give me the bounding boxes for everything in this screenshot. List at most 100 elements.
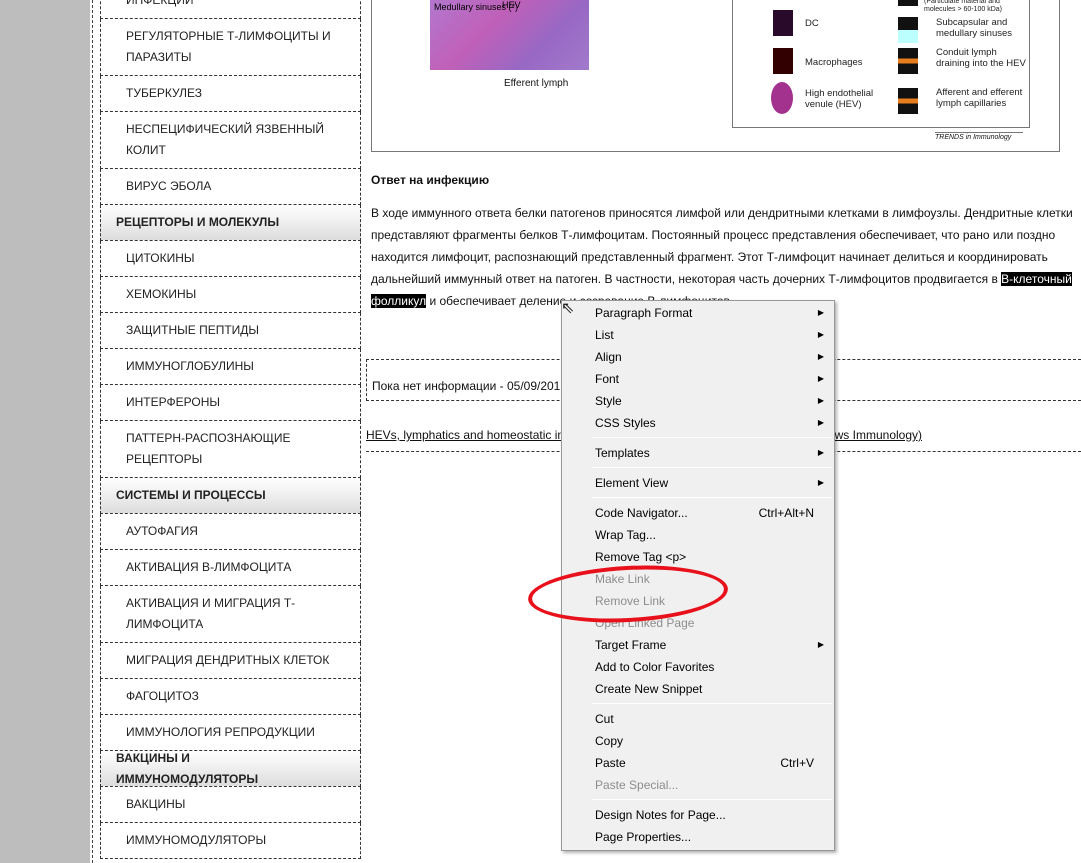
article-paragraph: В ходе иммунного ответа белки патогенов … <box>371 202 1081 312</box>
menu-item-css-styles[interactable]: CSS Styles ▶ <box>562 412 834 434</box>
sinus-icon <box>898 17 918 43</box>
menu-item-create-new-snippet[interactable]: Create New Snippet <box>562 678 834 700</box>
context-menu: Paragraph Format ▶ List ▶ Align ▶ Font ▶ Style ▶ C… <box>561 300 835 851</box>
menu-separator <box>592 799 832 800</box>
menu-separator <box>592 467 832 468</box>
sidebar-item[interactable]: ФАГОЦИТОЗ <box>100 679 361 715</box>
menu-item-font[interactable]: Font ▶ <box>562 368 834 390</box>
sidebar-item[interactable]: ИНФЕКЦИИ <box>100 0 361 19</box>
menu-item-list[interactable]: List ▶ <box>562 324 834 346</box>
sidebar-item[interactable]: ТУБЕРКУЛЕЗ <box>100 76 361 112</box>
left-gutter <box>0 0 90 863</box>
menu-item-style[interactable]: Style ▶ <box>562 390 834 412</box>
menu-item-label: Open Linked Page <box>595 616 695 630</box>
menu-item-label: Remove Tag <p> <box>595 550 687 564</box>
menu-item-page-properties[interactable]: Page Properties... <box>562 826 834 848</box>
orange-arrow-icon <box>898 88 918 114</box>
submenu-arrow-icon: ▶ <box>817 396 824 405</box>
menu-separator <box>592 437 832 438</box>
sidebar-item[interactable]: ИНТЕРФЕРОНЫ <box>100 385 361 421</box>
macrophage-icon <box>773 48 793 74</box>
page-border <box>92 0 93 863</box>
sidebar-item[interactable]: ИММУНОМОДУЛЯТОРЫ <box>100 823 361 859</box>
menu-item-remove-tag-p[interactable]: Remove Tag <p> <box>562 546 834 568</box>
menu-item-element-view[interactable]: Element View ▶ <box>562 472 834 494</box>
menu-item-label: CSS Styles <box>595 416 656 430</box>
submenu-arrow-icon: ▶ <box>817 448 824 457</box>
efferent-label: Efferent lymph <box>504 78 569 89</box>
sidebar-section-header[interactable]: РЕЦЕПТОРЫ И МОЛЕКУЛЫ <box>100 205 361 241</box>
menu-item-label: Add to Color Favorites <box>595 660 715 674</box>
menu-item-design-notes-for-page[interactable]: Design Notes for Page... <box>562 804 834 826</box>
histology-image: Medullary sinuses (*) HEV <box>430 0 589 70</box>
submenu-arrow-icon: ▶ <box>817 640 824 649</box>
sidebar-item[interactable]: ПАТТЕРН-РАСПОЗНАЮЩИЕ РЕЦЕПТОРЫ <box>100 421 361 478</box>
menu-item-label: Design Notes for Page... <box>595 808 726 822</box>
menu-item-label: Align <box>595 350 622 364</box>
menu-item-templates[interactable]: Templates ▶ <box>562 442 834 464</box>
hev-icon <box>771 82 793 114</box>
menu-item-label: Copy <box>595 734 624 748</box>
sidebar-item[interactable]: АКТИВАЦИЯ И МИГРАЦИЯ Т-ЛИМФОЦИТА <box>100 586 361 643</box>
menu-item-label: Create New Snippet <box>595 682 703 696</box>
menu-item-align[interactable]: Align ▶ <box>562 346 834 368</box>
menu-item-label: Make Link <box>595 572 650 586</box>
sidebar-section-header[interactable]: СИСТЕМЫ И ПРОЦЕССЫ <box>100 478 361 514</box>
menu-item-label: Wrap Tag... <box>595 528 656 542</box>
menu-item-paragraph-format[interactable]: Paragraph Format ▶ <box>562 302 834 324</box>
menu-item-label: Target Frame <box>595 638 667 652</box>
menu-item-make-link: Make Link <box>562 568 834 590</box>
sidebar-item[interactable]: АКТИВАЦИЯ В-ЛИМФОЦИТА <box>100 550 361 586</box>
menu-item-code-navigator[interactable]: Code Navigator... Ctrl+Alt+N <box>562 502 834 524</box>
menu-separator <box>592 497 832 498</box>
section-heading: Ответ на инфекцию <box>371 173 490 187</box>
menu-item-label: Style <box>595 394 622 408</box>
sidebar-nav: ИНФЕКЦИИРЕГУЛЯТОРНЫЕ Т-ЛИМФОЦИТЫ И ПАРАЗ… <box>100 0 361 859</box>
sidebar-item[interactable]: ВАКЦИНЫ <box>100 787 361 823</box>
sidebar-item[interactable]: РЕГУЛЯТОРНЫЕ Т-ЛИМФОЦИТЫ И ПАРАЗИТЫ <box>100 19 361 76</box>
menu-item-open-linked-page: Open Linked Page <box>562 612 834 634</box>
menu-item-label: Element View <box>595 476 669 490</box>
sidebar-item[interactable]: ХЕМОКИНЫ <box>100 277 361 313</box>
sidebar-item[interactable]: ВИРУС ЭБОЛА <box>100 169 361 205</box>
figure-legend: (Particulate material and molecules > 60… <box>732 0 1030 128</box>
orange-arrow-icon <box>898 48 918 74</box>
sidebar-section-header[interactable]: ВАКЦИНЫ И ИММУНОМОДУЛЯТОРЫ <box>100 751 361 787</box>
menu-item-label: Remove Link <box>595 594 666 608</box>
menu-item-label: Page Properties... <box>595 830 692 844</box>
menu-item-label: Paragraph Format <box>595 306 693 320</box>
menu-item-target-frame[interactable]: Target Frame ▶ <box>562 634 834 656</box>
menu-shortcut: Ctrl+V <box>780 756 814 770</box>
submenu-arrow-icon: ▶ <box>817 418 824 427</box>
dc-icon <box>773 10 793 36</box>
menu-item-label: Font <box>595 372 620 386</box>
sidebar-item[interactable]: НЕСПЕЦИФИЧЕСКИЙ ЯЗВЕННЫЙ КОЛИТ <box>100 112 361 169</box>
menu-item-paste[interactable]: Paste Ctrl+V <box>562 752 834 774</box>
menu-item-wrap-tag[interactable]: Wrap Tag... <box>562 524 834 546</box>
menu-item-label: Cut <box>595 712 614 726</box>
menu-item-remove-link: Remove Link <box>562 590 834 612</box>
submenu-arrow-icon: ▶ <box>817 308 824 317</box>
submenu-arrow-icon: ▶ <box>817 330 824 339</box>
menu-item-cut[interactable]: Cut <box>562 708 834 730</box>
sidebar-item[interactable]: МИГРАЦИЯ ДЕНДРИТНЫХ КЛЕТОК <box>100 643 361 679</box>
menu-item-label: Paste <box>595 756 626 770</box>
sidebar-item[interactable]: ИММУНОГЛОБУЛИНЫ <box>100 349 361 385</box>
sidebar-item[interactable]: ЦИТОКИНЫ <box>100 241 361 277</box>
menu-item-add-to-color-favorites[interactable]: Add to Color Favorites <box>562 656 834 678</box>
figure-credit: TRENDS in Immunology <box>935 132 1023 141</box>
submenu-arrow-icon: ▶ <box>817 352 824 361</box>
mouse-cursor-icon: ⇖ <box>561 300 575 317</box>
menu-shortcut: Ctrl+Alt+N <box>758 506 814 520</box>
menu-separator <box>592 703 832 704</box>
sidebar-item[interactable]: АУТОФАГИЯ <box>100 514 361 550</box>
submenu-arrow-icon: ▶ <box>817 374 824 383</box>
sidebar-item[interactable]: ИММУНОЛОГИЯ РЕПРОДУКЦИИ <box>100 715 361 751</box>
lymph-node-figure: Medullary sinuses (*) HEV Efferent lymph… <box>371 0 1060 152</box>
hev-label: HEV <box>502 0 521 10</box>
sidebar-item[interactable]: ЗАЩИТНЫЕ ПЕПТИДЫ <box>100 313 361 349</box>
menu-item-copy[interactable]: Copy <box>562 730 834 752</box>
menu-item-label: Paste Special... <box>595 778 679 792</box>
menu-item-label: Code Navigator... <box>595 506 688 520</box>
menu-item-paste-special: Paste Special... <box>562 774 834 796</box>
